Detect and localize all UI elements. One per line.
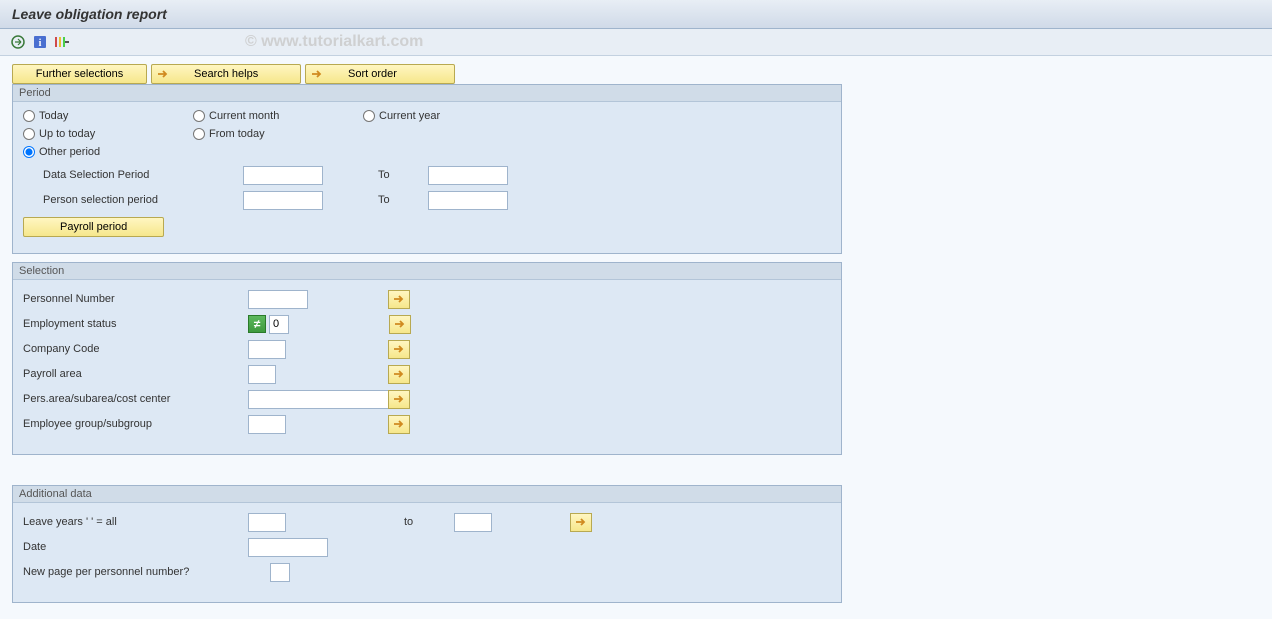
person-selection-row: Person selection period To (23, 189, 831, 211)
payroll-area-row: Payroll area (23, 363, 831, 385)
radio-other-period-input[interactable] (23, 146, 35, 158)
field-label: New page per personnel number? (23, 566, 270, 578)
multiple-selection-button[interactable] (388, 415, 410, 434)
field-label: Company Code (23, 343, 248, 355)
page-title: Leave obligation report (12, 6, 1260, 22)
leave-years-to-input[interactable] (454, 513, 492, 532)
to-label: To (378, 169, 428, 181)
variant-icon[interactable] (54, 34, 70, 50)
date-row: Date (23, 536, 831, 558)
new-page-input[interactable] (270, 563, 290, 582)
title-bar: Leave obligation report (0, 0, 1272, 29)
radio-other-period[interactable]: Other period (23, 146, 193, 158)
button-label: Sort order (348, 68, 397, 80)
field-label: Data Selection Period (43, 169, 243, 181)
additional-legend: Additional data (13, 486, 841, 503)
sort-order-button[interactable]: Sort order (305, 64, 455, 84)
radio-from-today-input[interactable] (193, 128, 205, 140)
radio-current-month-input[interactable] (193, 110, 205, 122)
employee-group-row: Employee group/subgroup (23, 413, 831, 435)
selection-group: Selection Personnel Number Employment st… (12, 262, 842, 455)
payroll-area-input[interactable] (248, 365, 276, 384)
data-selection-to-input[interactable] (428, 166, 508, 185)
personnel-number-input[interactable] (248, 290, 308, 309)
radio-label: Other period (39, 146, 100, 158)
selection-legend: Selection (13, 263, 841, 280)
radio-label: Today (39, 110, 68, 122)
employment-status-row: Employment status ≠ (23, 313, 831, 335)
button-label: Further selections (36, 68, 123, 80)
pers-area-row: Pers.area/subarea/cost center (23, 388, 831, 410)
date-input[interactable] (248, 538, 328, 557)
field-label: Person selection period (43, 194, 243, 206)
field-label: Date (23, 541, 248, 553)
svg-text:i: i (39, 38, 42, 49)
multiple-selection-button[interactable] (388, 390, 410, 409)
toolbar: i © www.tutorialkart.com (0, 29, 1272, 56)
watermark: © www.tutorialkart.com (245, 33, 423, 51)
new-page-row: New page per personnel number? (23, 561, 831, 583)
content-area: Further selections Search helps Sort ord… (0, 56, 1272, 619)
payroll-period-button[interactable]: Payroll period (23, 217, 164, 237)
field-label: Payroll area (23, 368, 248, 380)
employee-group-input[interactable] (248, 415, 286, 434)
person-selection-to-input[interactable] (428, 191, 508, 210)
button-label: Search helps (194, 68, 258, 80)
execute-icon[interactable] (10, 34, 26, 50)
radio-label: From today (209, 128, 265, 140)
period-group: Period Today Current month Current year … (12, 84, 842, 254)
company-code-row: Company Code (23, 338, 831, 360)
leave-years-row: Leave years ' ' = all to (23, 511, 831, 533)
to-label: To (378, 194, 428, 206)
multiple-selection-button[interactable] (388, 365, 410, 384)
field-label: Pers.area/subarea/cost center (23, 393, 248, 405)
top-button-row: Further selections Search helps Sort ord… (12, 64, 1260, 84)
radio-today[interactable]: Today (23, 110, 193, 122)
leave-years-from-input[interactable] (248, 513, 286, 532)
radio-label: Current month (209, 110, 279, 122)
arrow-right-icon (310, 67, 324, 81)
not-equal-icon[interactable]: ≠ (248, 315, 266, 333)
field-label: Employment status (23, 318, 248, 330)
further-selections-button[interactable]: Further selections (12, 64, 147, 84)
employment-status-input[interactable] (269, 315, 289, 334)
multiple-selection-button[interactable] (570, 513, 592, 532)
radio-label: Current year (379, 110, 440, 122)
search-helps-button[interactable]: Search helps (151, 64, 301, 84)
person-selection-from-input[interactable] (243, 191, 323, 210)
radio-current-year-input[interactable] (363, 110, 375, 122)
multiple-selection-button[interactable] (388, 340, 410, 359)
period-legend: Period (13, 85, 841, 102)
data-selection-from-input[interactable] (243, 166, 323, 185)
radio-label: Up to today (39, 128, 95, 140)
additional-data-group: Additional data Leave years ' ' = all to… (12, 485, 842, 603)
to-label: to (404, 516, 454, 528)
company-code-input[interactable] (248, 340, 286, 359)
radio-today-input[interactable] (23, 110, 35, 122)
arrow-right-icon (156, 67, 170, 81)
period-radio-grid: Today Current month Current year Up to t… (23, 110, 831, 158)
radio-from-today[interactable]: From today (193, 128, 363, 140)
pers-area-input[interactable] (248, 390, 408, 409)
multiple-selection-button[interactable] (388, 290, 410, 309)
personnel-number-row: Personnel Number (23, 288, 831, 310)
field-label: Personnel Number (23, 293, 248, 305)
radio-up-to-today-input[interactable] (23, 128, 35, 140)
button-label: Payroll period (60, 221, 127, 233)
field-label: Leave years ' ' = all (23, 516, 248, 528)
info-icon[interactable]: i (32, 34, 48, 50)
field-label: Employee group/subgroup (23, 418, 248, 430)
radio-up-to-today[interactable]: Up to today (23, 128, 193, 140)
radio-current-year[interactable]: Current year (363, 110, 533, 122)
radio-current-month[interactable]: Current month (193, 110, 363, 122)
data-selection-row: Data Selection Period To (23, 164, 831, 186)
multiple-selection-button[interactable] (389, 315, 411, 334)
